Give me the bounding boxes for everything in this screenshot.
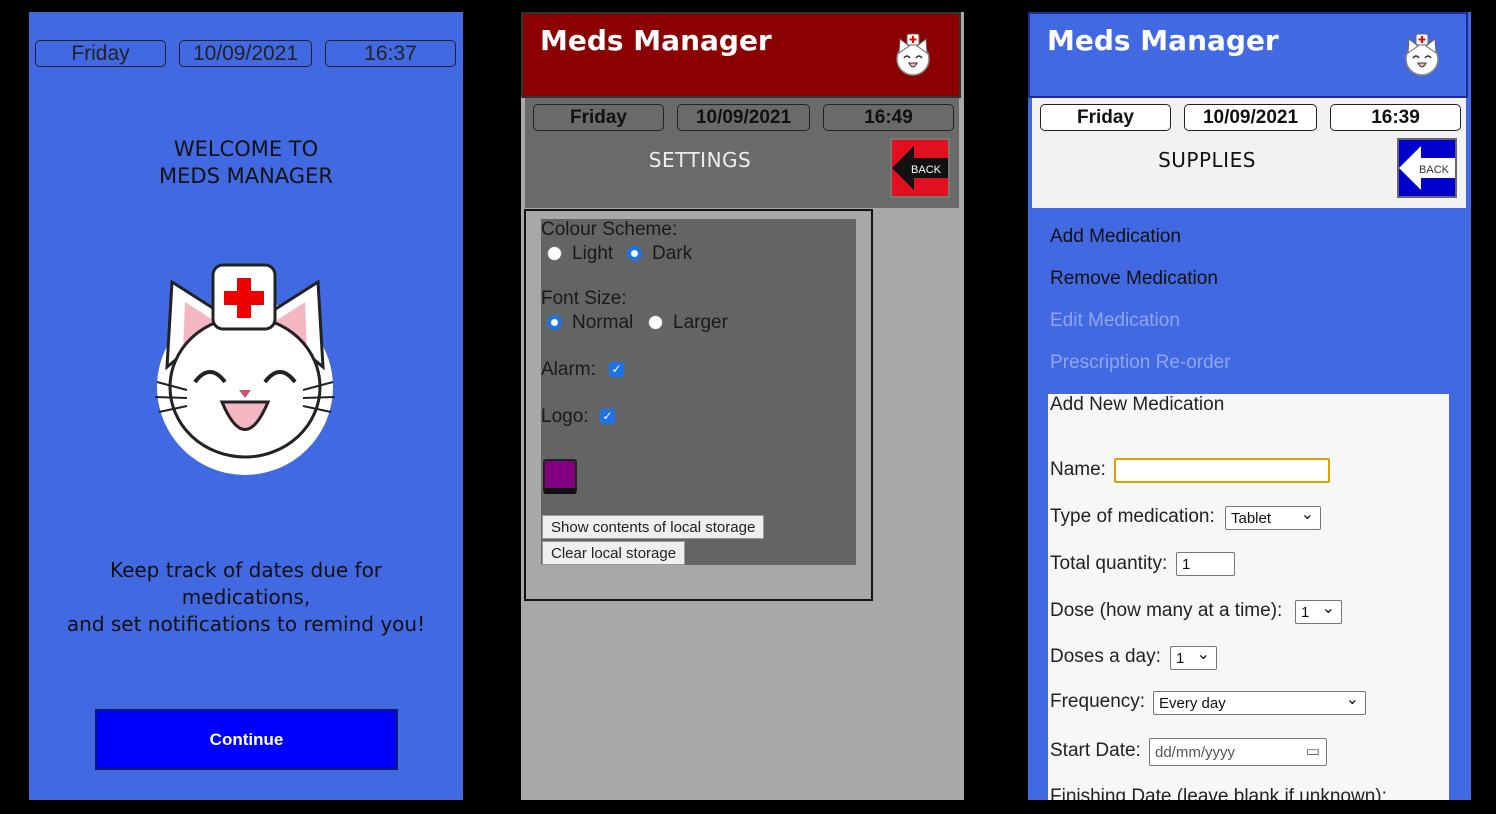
colour-scheme-label: Colour Scheme: xyxy=(541,219,678,240)
cat-logo-icon xyxy=(896,33,930,76)
settings-panel: Colour Scheme: Light Dark Font Size: Nor… xyxy=(541,219,856,565)
clear-storage-button[interactable]: Clear local storage xyxy=(542,541,686,565)
calendar-icon: ▭ xyxy=(1305,743,1320,760)
doses-a-day-select[interactable]: 1 xyxy=(1170,644,1217,670)
total-quantity-label: Total quantity: xyxy=(1050,553,1168,574)
welcome-screen: Friday 10/09/2021 16:37 WELCOME TO MEDS … xyxy=(29,12,463,800)
continue-button[interactable]: Continue xyxy=(95,709,398,770)
section-title: SUPPLIES xyxy=(1158,148,1256,172)
day-display: Friday xyxy=(35,40,166,67)
app-header: Meds Manager xyxy=(1028,12,1468,98)
add-medication-form: Add New Medication Name: Type of medicat… xyxy=(1048,394,1449,800)
normal-label: Normal xyxy=(572,312,634,333)
light-label: Light xyxy=(572,243,614,264)
show-storage-button[interactable]: Show contents of local storage xyxy=(542,515,765,539)
time-display: 16:49 xyxy=(823,104,954,131)
dark-label: Dark xyxy=(652,243,693,264)
name-label: Name: xyxy=(1050,459,1106,480)
start-date-placeholder: dd/mm/yyyy xyxy=(1155,743,1236,761)
normal-radio[interactable] xyxy=(547,315,562,330)
frequency-select[interactable]: Every day xyxy=(1153,689,1366,715)
back-button[interactable]: BACK xyxy=(1397,138,1457,198)
start-date-input[interactable]: dd/mm/yyyy ▭ xyxy=(1149,738,1327,766)
date-bar: Friday 10/09/2021 16:39 xyxy=(1040,104,1461,131)
type-select[interactable]: Tablet xyxy=(1225,504,1321,530)
menu-add-medication[interactable]: Add Medication xyxy=(1050,226,1181,248)
dark-radio[interactable] xyxy=(627,246,642,261)
alarm-label: Alarm: xyxy=(541,359,596,380)
date-display: 10/09/2021 xyxy=(677,104,810,131)
logo-checkbox[interactable]: ✓ xyxy=(600,409,615,424)
dose-select[interactable]: 1 xyxy=(1295,598,1342,624)
app-header: Meds Manager xyxy=(521,12,961,98)
date-display: 10/09/2021 xyxy=(179,40,312,67)
colour-swatch-button[interactable] xyxy=(543,459,577,494)
start-date-label: Start Date: xyxy=(1050,740,1141,761)
nurse-cat-logo-icon xyxy=(154,263,336,475)
back-label: BACK xyxy=(1419,164,1450,176)
form-title: Add New Medication xyxy=(1050,394,1225,415)
light-radio[interactable] xyxy=(547,246,562,261)
subheader: Friday 10/09/2021 16:39 SUPPLIES BACK xyxy=(1032,98,1466,208)
larger-label: Larger xyxy=(673,312,728,333)
font-size-label: Font Size: xyxy=(541,288,627,309)
time-display: 16:37 xyxy=(325,40,456,67)
supplies-screen: Meds Manager Friday 10/09/2021 16:39 SUP… xyxy=(1028,12,1471,800)
menu-edit-medication[interactable]: Edit Medication xyxy=(1050,310,1180,332)
back-button[interactable]: BACK xyxy=(890,138,950,198)
day-display: Friday xyxy=(1040,104,1171,131)
date-bar: Friday 10/09/2021 16:49 xyxy=(533,104,954,131)
total-quantity-input[interactable]: 1 xyxy=(1176,552,1235,576)
tagline: Keep track of dates due for medications,… xyxy=(66,558,426,636)
subheader: Friday 10/09/2021 16:49 SETTINGS BACK xyxy=(525,98,959,208)
menu-prescription-reorder[interactable]: Prescription Re-order xyxy=(1050,352,1231,374)
finishing-date-label: Finishing Date (leave blank if unknown): xyxy=(1050,786,1387,800)
date-bar: Friday 10/09/2021 16:37 xyxy=(35,40,456,67)
app-title: Meds Manager xyxy=(540,24,772,57)
logo-label: Logo: xyxy=(541,406,589,427)
section-title: SETTINGS xyxy=(648,148,752,172)
day-display: Friday xyxy=(533,104,664,131)
larger-radio[interactable] xyxy=(648,315,663,330)
back-label: BACK xyxy=(911,164,942,176)
name-input[interactable] xyxy=(1114,458,1330,483)
type-label: Type of medication: xyxy=(1050,506,1215,527)
dose-label: Dose (how many at a time): xyxy=(1050,600,1283,621)
frequency-label: Frequency: xyxy=(1050,691,1146,712)
doses-a-day-label: Doses a day: xyxy=(1050,646,1161,667)
time-display: 16:39 xyxy=(1330,104,1461,131)
app-title: Meds Manager xyxy=(1047,24,1279,57)
menu-remove-medication[interactable]: Remove Medication xyxy=(1050,268,1218,290)
welcome-heading: WELCOME TO MEDS MANAGER xyxy=(159,137,333,188)
alarm-checkbox[interactable]: ✓ xyxy=(609,362,624,377)
cat-logo-icon xyxy=(1405,33,1439,76)
settings-screen: Meds Manager Friday 10/09/2021 16:49 SET… xyxy=(521,12,964,800)
settings-box: Colour Scheme: Light Dark Font Size: Nor… xyxy=(524,209,873,601)
date-display: 10/09/2021 xyxy=(1184,104,1317,131)
